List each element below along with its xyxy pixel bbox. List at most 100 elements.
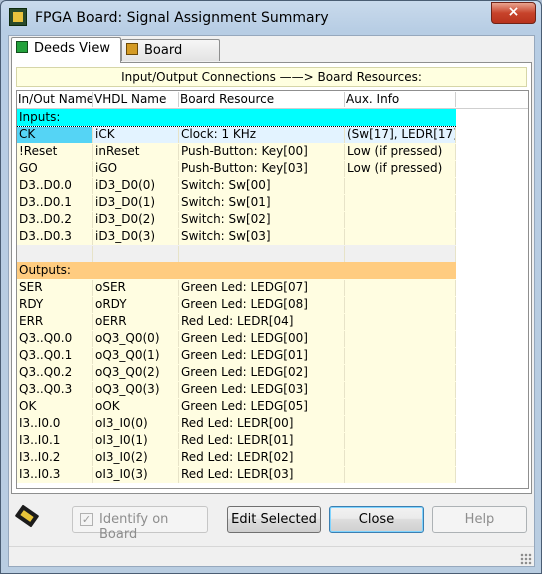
- dialog-window: FPGA Board: Signal Assignment Summary × …: [0, 0, 542, 574]
- window-title: FPGA Board: Signal Assignment Summary: [35, 10, 329, 26]
- table-cell: D3..D0.3: [17, 229, 93, 245]
- table-row[interactable]: D3..D0.0 iD3_D0(0) Switch: Sw[00]: [17, 177, 456, 194]
- table-cell: oQ3_Q0(2): [93, 365, 179, 381]
- table-cell: [345, 467, 456, 483]
- table-cell: [345, 348, 456, 364]
- table-cell: oQ3_Q0(3): [93, 382, 179, 398]
- table-row[interactable]: !Reset inReset Push-Button: Key[00] Low (if…: [17, 143, 456, 160]
- table-row[interactable]: D3..D0.3 iD3_D0(3) Switch: Sw[03]: [17, 228, 456, 245]
- table-cell: [345, 399, 456, 415]
- table-cell: [345, 382, 456, 398]
- table-cell: oI3_I0(2): [93, 450, 179, 466]
- column-header-resource[interactable]: Board Resource: [179, 92, 345, 107]
- table-cell: OK: [17, 399, 93, 415]
- deeds-logo-icon: [15, 504, 39, 528]
- section-row[interactable]: Inputs:: [17, 109, 456, 126]
- title-bar[interactable]: FPGA Board: Signal Assignment Summary ×: [1, 1, 541, 35]
- table-cell: inReset: [93, 144, 179, 160]
- edit-selected-button[interactable]: Edit Selected: [227, 506, 321, 533]
- table-cell: Clock: 1 KHz: [179, 127, 345, 143]
- tab-board-view[interactable]: Board View: [121, 39, 220, 80]
- table-cell: [345, 331, 456, 347]
- table-cell: [93, 246, 179, 262]
- table-cell: D3..D0.2: [17, 212, 93, 228]
- signal-table[interactable]: In/Out Name VHDL Name Board Resource Aux…: [16, 90, 529, 489]
- table-cell: [345, 212, 456, 228]
- column-header-inout[interactable]: In/Out Name: [17, 92, 93, 107]
- table-cell: [17, 246, 93, 262]
- dialog-client: Deeds View Board View Input/Output Conne…: [8, 35, 535, 567]
- table-cell: [345, 229, 456, 245]
- table-cell: Switch: Sw[03]: [179, 229, 345, 245]
- table-cell: Q3..Q0.3: [17, 382, 93, 398]
- table-cell: I3..I0.1: [17, 433, 93, 449]
- table-cell: Switch: Sw[02]: [179, 212, 345, 228]
- table-row[interactable]: CK iCK Clock: 1 KHz (Sw[17], LEDR[17]: [17, 126, 456, 143]
- resize-grip-icon[interactable]: [520, 553, 532, 565]
- table-row[interactable]: OK oOK Green Led: LEDG[05]: [17, 398, 456, 415]
- table-cell: Push-Button: Key[03]: [179, 161, 345, 177]
- table-row[interactable]: GO iGO Push-Button: Key[03] Low (if pressed…: [17, 160, 456, 177]
- board-view-icon: [126, 43, 138, 55]
- table-row[interactable]: Q3..Q0.0 oQ3_Q0(0) Green Led: LEDG[00]: [17, 330, 456, 347]
- table-row[interactable]: Q3..Q0.2 oQ3_Q0(2) Green Led: LEDG[02]: [17, 364, 456, 381]
- table-row[interactable]: RDY oRDY Green Led: LEDG[08]: [17, 296, 456, 313]
- table-cell: Q3..Q0.2: [17, 365, 93, 381]
- table-row[interactable]: I3..I0.0 oI3_I0(0) Red Led: LEDR[00]: [17, 415, 456, 432]
- table-cell: [345, 450, 456, 466]
- status-bar: [9, 546, 534, 567]
- table-cell: Red Led: LEDR[01]: [179, 433, 345, 449]
- window-close-button[interactable]: ×: [491, 2, 536, 24]
- tab-deeds-view[interactable]: Deeds View: [11, 37, 121, 63]
- table-cell: [345, 178, 456, 194]
- separator-row: [17, 245, 456, 262]
- table-row[interactable]: D3..D0.2 iD3_D0(2) Switch: Sw[02]: [17, 211, 456, 228]
- table-cell: iD3_D0(1): [93, 195, 179, 211]
- table-cell: oI3_I0(3): [93, 467, 179, 483]
- help-button[interactable]: Help: [432, 506, 527, 533]
- table-row[interactable]: I3..I0.1 oI3_I0(1) Red Led: LEDR[01]: [17, 432, 456, 449]
- table-row[interactable]: SER oSER Green Led: LEDG[07]: [17, 279, 456, 296]
- table-cell: Green Led: LEDG[02]: [179, 365, 345, 381]
- close-button[interactable]: Close: [329, 506, 424, 533]
- table-cell: I3..I0.0: [17, 416, 93, 432]
- column-header-aux[interactable]: Aux. Info: [345, 92, 456, 107]
- table-cell: iD3_D0(3): [93, 229, 179, 245]
- table-row[interactable]: Q3..Q0.3 oQ3_Q0(3) Green Led: LEDG[03]: [17, 381, 456, 398]
- table-cell: iGO: [93, 161, 179, 177]
- checkmark-icon: ✓: [80, 513, 93, 526]
- section-row[interactable]: Outputs:: [17, 262, 456, 279]
- table-cell: RDY: [17, 297, 93, 313]
- table-cell: [345, 246, 456, 262]
- table-row[interactable]: I3..I0.3 oI3_I0(3) Red Led: LEDR[03]: [17, 466, 456, 483]
- table-cell: oI3_I0(0): [93, 416, 179, 432]
- table-cell: !Reset: [17, 144, 93, 160]
- table-cell: Red Led: LEDR[00]: [179, 416, 345, 432]
- table-row[interactable]: ERR oERR Red Led: LEDR[04]: [17, 313, 456, 330]
- table-cell: [345, 280, 456, 296]
- table-cell: Q3..Q0.1: [17, 348, 93, 364]
- table-cell: iCK: [93, 127, 179, 143]
- table-cell: SER: [17, 280, 93, 296]
- table-cell: iD3_D0(2): [93, 212, 179, 228]
- identify-label: Identify on Board: [99, 512, 169, 542]
- table-cell: Red Led: LEDR[02]: [179, 450, 345, 466]
- table-header: In/Out Name VHDL Name Board Resource Aux…: [17, 91, 528, 109]
- identify-on-board-checkbox[interactable]: ✓ Identify on Board: [72, 506, 208, 542]
- table-row[interactable]: D3..D0.1 iD3_D0(1) Switch: Sw[01]: [17, 194, 456, 211]
- table-cell: (Sw[17], LEDR[17]: [345, 127, 456, 143]
- table-row[interactable]: I3..I0.2 oI3_I0(2) Red Led: LEDR[02]: [17, 449, 456, 466]
- column-header-vhdl[interactable]: VHDL Name: [93, 92, 179, 107]
- table-cell: D3..D0.0: [17, 178, 93, 194]
- table-cell: ERR: [17, 314, 93, 330]
- table-cell: oOK: [93, 399, 179, 415]
- table-cell: [345, 297, 456, 313]
- table-cell: Red Led: LEDR[04]: [179, 314, 345, 330]
- fpga-chip-icon: [9, 8, 27, 26]
- table-cell: [345, 195, 456, 211]
- tab-label: Deeds View: [34, 41, 111, 56]
- table-cell: [345, 314, 456, 330]
- table-cell: iD3_D0(0): [93, 178, 179, 194]
- table-cell: Green Led: LEDG[00]: [179, 331, 345, 347]
- table-row[interactable]: Q3..Q0.1 oQ3_Q0(1) Green Led: LEDG[01]: [17, 347, 456, 364]
